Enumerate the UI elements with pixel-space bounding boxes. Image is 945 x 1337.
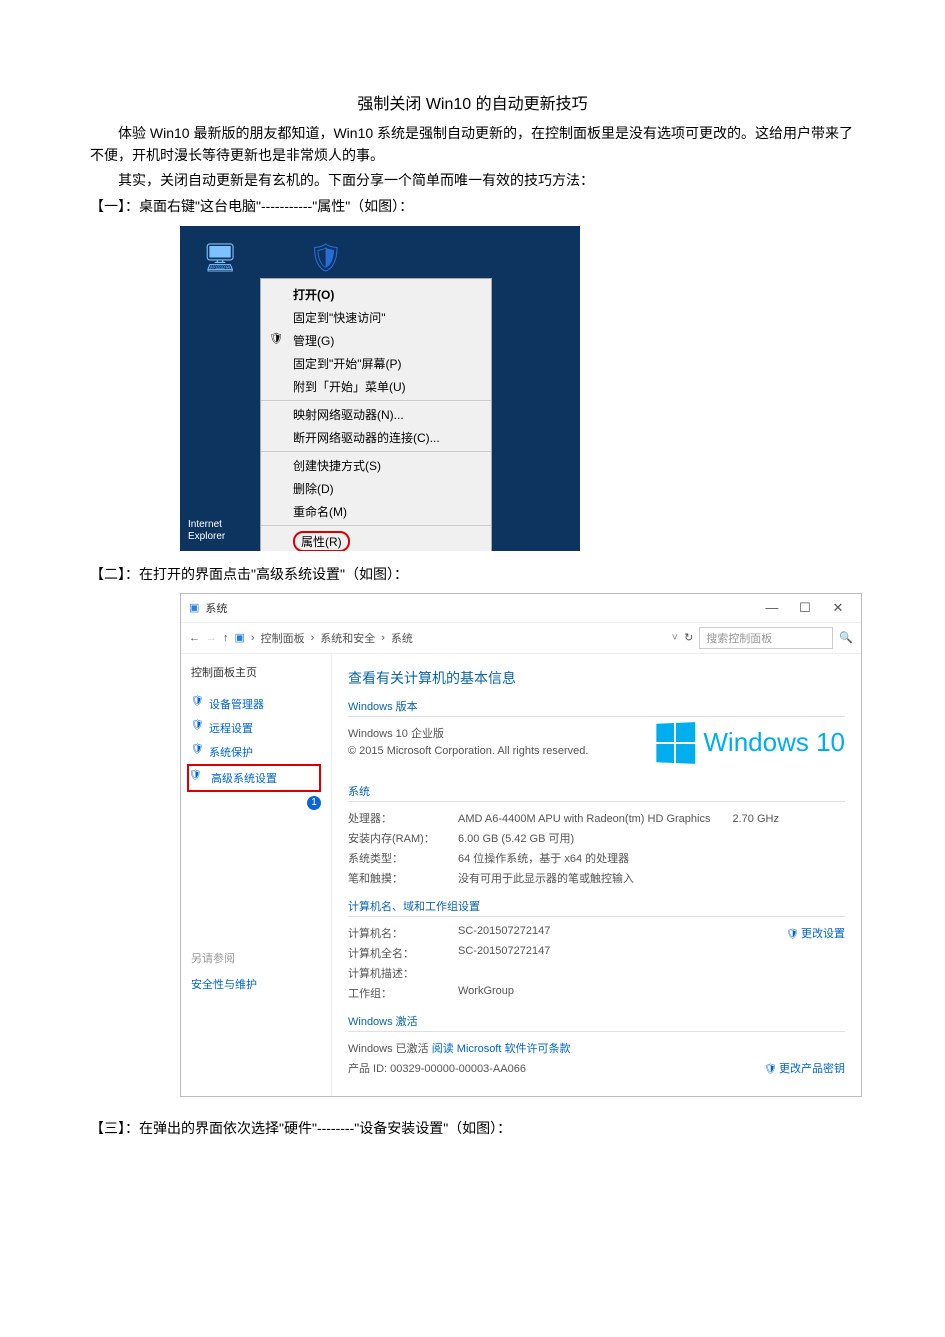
shield-icon: 🛡 bbox=[189, 770, 202, 781]
close-button[interactable]: ✕ bbox=[823, 600, 853, 616]
paragraph-2: 其实，关闭自动更新是有玄机的。下面分享一个简单而唯一有效的技巧方法： bbox=[90, 169, 855, 191]
address-bar: ← → ↑ ▣ ›控制面板 ›系统和安全 ›系统 ˅ ↻ 搜索控制面板 🔍 bbox=[181, 623, 861, 654]
menu-disconnect-drive[interactable]: 断开网络驱动器的连接(C)... bbox=[261, 426, 491, 449]
windows-logo-icon bbox=[657, 722, 696, 764]
sidebar-home[interactable]: 控制面板主页 bbox=[191, 664, 321, 680]
menu-attach-start[interactable]: 附到「开始」菜单(U) bbox=[261, 375, 491, 398]
menu-pin-quick[interactable]: 固定到"快速访问" bbox=[261, 306, 491, 329]
cname-label: 计算机名： bbox=[348, 925, 458, 941]
shield-icon: 🛡 bbox=[191, 696, 204, 707]
activation-status: Windows 已激活 阅读 Microsoft 软件许可条款 bbox=[348, 1040, 845, 1056]
ram-label: 安装内存(RAM)： bbox=[348, 830, 458, 846]
shield-icon: 🛡 bbox=[269, 332, 283, 345]
main-panel: 查看有关计算机的基本信息 Windows 版本 Windows 10 Windo… bbox=[331, 654, 861, 1096]
sidebar-advanced-highlighted[interactable]: 🛡高级系统设置 bbox=[187, 764, 321, 792]
document-title: 强制关闭 Win10 的自动更新技巧 bbox=[90, 90, 855, 114]
shield-icon: 🛡 bbox=[764, 1064, 777, 1075]
step-3: 【三】：在弹出的界面依次选择"硬件"--------"设备安装设置"（如图）： bbox=[90, 1117, 855, 1139]
step-2: 【二】：在打开的界面点击"高级系统设置"（如图）： bbox=[90, 563, 855, 585]
context-menu: 打开(O) 固定到"快速访问" 🛡管理(G) 固定到"开始"屏幕(P) 附到「开… bbox=[260, 278, 492, 551]
systype-value: 64 位操作系统，基于 x64 的处理器 bbox=[458, 850, 845, 866]
menu-create-shortcut[interactable]: 创建快捷方式(S) bbox=[261, 454, 491, 477]
cdesc-value bbox=[458, 965, 845, 981]
paragraph-1: 体验 Win10 最新版的朋友都知道，Win10 系统是强制自动更新的，在控制面… bbox=[90, 122, 855, 167]
refresh-button[interactable]: ↻ bbox=[684, 631, 693, 644]
info-icon: 1 bbox=[307, 796, 321, 810]
cdesc-label: 计算机描述： bbox=[348, 965, 458, 981]
menu-open[interactable]: 打开(O) bbox=[261, 283, 491, 306]
change-product-key-link[interactable]: 🛡更改产品密钥 bbox=[764, 1060, 845, 1076]
shield-icon: 🛡 bbox=[191, 720, 204, 731]
cname-value: SC-201507272147🛡更改设置 bbox=[458, 925, 845, 941]
menu-map-drive[interactable]: 映射网络驱动器(N)... bbox=[261, 403, 491, 426]
control-panel-icon: ▣ bbox=[189, 601, 199, 614]
this-pc-icon[interactable]: 🖥 bbox=[190, 241, 250, 274]
search-input[interactable]: 搜索控制面板 bbox=[699, 627, 833, 649]
up-button[interactable]: ↑ bbox=[223, 632, 229, 644]
menu-pin-start[interactable]: 固定到"开始"屏幕(P) bbox=[261, 352, 491, 375]
sidebar-remote[interactable]: 🛡远程设置 bbox=[191, 716, 321, 740]
maximize-button[interactable]: ☐ bbox=[790, 600, 820, 616]
copyright: © 2015 Microsoft Corporation. All rights… bbox=[348, 743, 608, 759]
workgroup-label: 工作组： bbox=[348, 985, 458, 1001]
back-button[interactable]: ← bbox=[189, 632, 200, 644]
section-winver: Windows 版本 bbox=[348, 698, 845, 717]
sidebar-protect[interactable]: 🛡系统保护 bbox=[191, 740, 321, 764]
section-computer-name: 计算机名、域和工作组设置 bbox=[348, 898, 845, 917]
minimize-button[interactable]: — bbox=[757, 600, 787, 615]
menu-properties[interactable]: 属性(R) bbox=[261, 528, 491, 551]
shield-icon: 🛡 bbox=[786, 929, 799, 940]
step-1: 【一】：桌面右键"这台电脑"-----------"属性"（如图）： bbox=[90, 195, 855, 217]
change-settings-link[interactable]: 🛡更改设置 bbox=[786, 925, 845, 941]
section-activation: Windows 激活 bbox=[348, 1013, 845, 1032]
computer-icon: 🖥 bbox=[190, 241, 250, 274]
windows-logo-text: Windows 10 bbox=[703, 727, 845, 758]
window-title: 系统 bbox=[205, 600, 227, 616]
see-also-label: 另请参阅 bbox=[191, 950, 321, 966]
ram-value: 6.00 GB (5.42 GB 可用) bbox=[458, 830, 845, 846]
pen-label: 笔和触摸： bbox=[348, 870, 458, 886]
window-titlebar: ▣ 系统 — ☐ ✕ bbox=[181, 594, 861, 623]
breadcrumb[interactable]: ▣ ›控制面板 ›系统和安全 ›系统 bbox=[235, 630, 666, 646]
pen-value: 没有可用于此显示器的笔或触控输入 bbox=[458, 870, 845, 886]
license-terms-link[interactable]: 阅读 Microsoft 软件许可条款 bbox=[432, 1043, 571, 1055]
shield-desktop-icon[interactable]: 🛡 bbox=[308, 241, 344, 274]
shield-icon: 🛡 bbox=[191, 744, 204, 755]
sidebar-device-manager[interactable]: 🛡设备管理器 bbox=[191, 692, 321, 716]
cfull-value: SC-201507272147 bbox=[458, 945, 845, 961]
menu-manage[interactable]: 🛡管理(G) bbox=[261, 329, 491, 352]
product-id: 产品 ID: 00329-00000-00003-AA066🛡更改产品密钥 bbox=[348, 1060, 845, 1076]
cpu-label: 处理器： bbox=[348, 810, 458, 826]
menu-delete[interactable]: 删除(D) bbox=[261, 477, 491, 500]
workgroup-value: WorkGroup bbox=[458, 985, 845, 1001]
sidebar: 控制面板主页 🛡设备管理器 🛡远程设置 🛡系统保护 🛡高级系统设置 1 另请参阅… bbox=[181, 654, 331, 1096]
main-heading: 查看有关计算机的基本信息 bbox=[348, 668, 845, 688]
systype-label: 系统类型： bbox=[348, 850, 458, 866]
search-icon[interactable]: 🔍 bbox=[839, 631, 853, 644]
screenshot-system-window: ▣ 系统 — ☐ ✕ ← → ↑ ▣ ›控制面板 ›系统和安全 ›系统 ˅ ↻ 搜… bbox=[180, 593, 862, 1097]
screenshot-context-menu: 🖥 🛡 Internet Explorer 打开(O) 固定到"快速访问" 🛡管… bbox=[180, 226, 580, 551]
ie-icon-label[interactable]: Internet Explorer bbox=[188, 519, 225, 543]
control-panel-icon: ▣ bbox=[235, 631, 245, 644]
cfull-label: 计算机全名： bbox=[348, 945, 458, 961]
menu-rename[interactable]: 重命名(M) bbox=[261, 500, 491, 523]
section-system: 系统 bbox=[348, 783, 845, 802]
sidebar-security[interactable]: 安全性与维护 bbox=[191, 972, 321, 996]
forward-button[interactable]: → bbox=[206, 632, 217, 644]
cpu-value: AMD A6-4400M APU with Radeon(tm) HD Grap… bbox=[458, 810, 845, 826]
windows-logo: Windows 10 bbox=[655, 723, 845, 763]
